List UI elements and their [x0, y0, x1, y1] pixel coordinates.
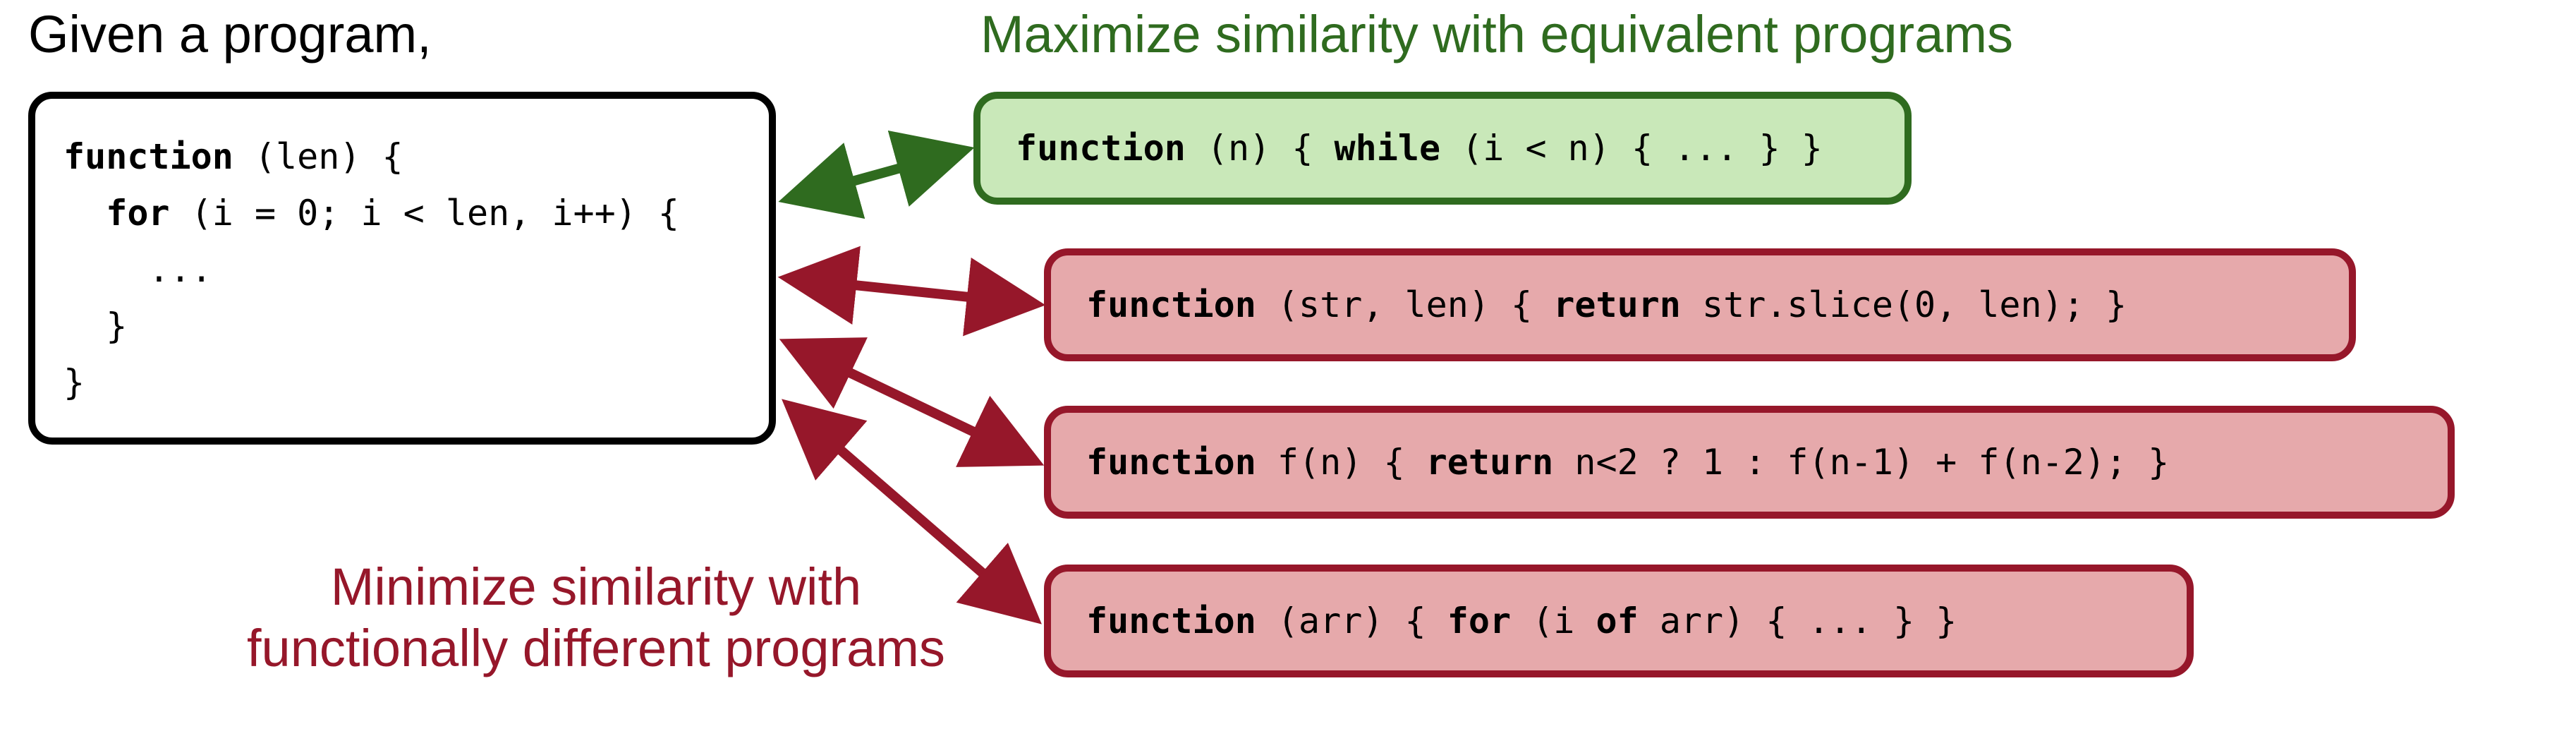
- code-text: (i < n) { ... } }: [1440, 128, 1823, 169]
- code-text: (i: [1511, 601, 1596, 641]
- label-minimize-similarity: Minimize similarity with functionally di…: [247, 556, 945, 680]
- code-text: (i = 0; i < len, i++) {: [170, 193, 679, 234]
- source-program-box: function (len) { for (i = 0; i < len, i+…: [28, 92, 776, 445]
- kw-return: return: [1553, 284, 1681, 325]
- kw-function: function: [1086, 442, 1256, 483]
- different-program-box-1: function (str, len) { return str.slice(0…: [1044, 248, 2356, 361]
- kw-return: return: [1426, 442, 1554, 483]
- code-text: (len) {: [233, 136, 403, 177]
- code-text: f(n) {: [1256, 442, 1426, 483]
- arrow-different-2: [794, 346, 1030, 459]
- label-minimize-line2: functionally different programs: [247, 619, 945, 677]
- kw-function: function: [1086, 284, 1256, 325]
- kw-function: function: [1016, 128, 1186, 169]
- label-maximize-similarity: Maximize similarity with equivalent prog…: [980, 6, 2013, 63]
- different-program-code-1: function (str, len) { return str.slice(0…: [1086, 284, 2127, 325]
- code-text: (n) {: [1186, 128, 1335, 169]
- code-text: (arr) {: [1256, 601, 1447, 641]
- different-program-code-3: function (arr) { for (i of arr) { ... } …: [1086, 601, 1957, 641]
- code-text: str.slice(0, len); }: [1681, 284, 2127, 325]
- label-given-a-program: Given a program,: [28, 6, 432, 63]
- arrow-equivalent: [794, 152, 959, 198]
- kw-for: for: [1447, 601, 1511, 641]
- label-minimize-line1: Minimize similarity with: [331, 557, 861, 616]
- code-text: arr) { ... } }: [1639, 601, 1957, 641]
- code-text: }: [106, 306, 127, 346]
- kw-while: while: [1335, 128, 1441, 169]
- equivalent-program-box: function (n) { while (i < n) { ... } }: [973, 92, 1912, 205]
- kw-for: for: [106, 193, 169, 234]
- kw-of: of: [1596, 601, 1639, 641]
- kw-function: function: [1086, 601, 1256, 641]
- source-program-code: function (len) { for (i = 0; i < len, i+…: [63, 128, 679, 411]
- arrow-different-1: [794, 279, 1030, 303]
- different-program-box-3: function (arr) { for (i of arr) { ... } …: [1044, 565, 2194, 677]
- code-text: n<2 ? 1 : f(n-1) + f(n-2); }: [1553, 442, 2169, 483]
- kw-function: function: [63, 136, 233, 177]
- code-text: }: [63, 362, 85, 403]
- different-program-code-2: function f(n) { return n<2 ? 1 : f(n-1) …: [1086, 442, 2169, 483]
- code-text: (str, len) {: [1256, 284, 1553, 325]
- equivalent-program-code: function (n) { while (i < n) { ... } }: [1016, 128, 1823, 169]
- code-text: ...: [148, 249, 212, 290]
- different-program-box-2: function f(n) { return n<2 ? 1 : f(n-1) …: [1044, 406, 2455, 519]
